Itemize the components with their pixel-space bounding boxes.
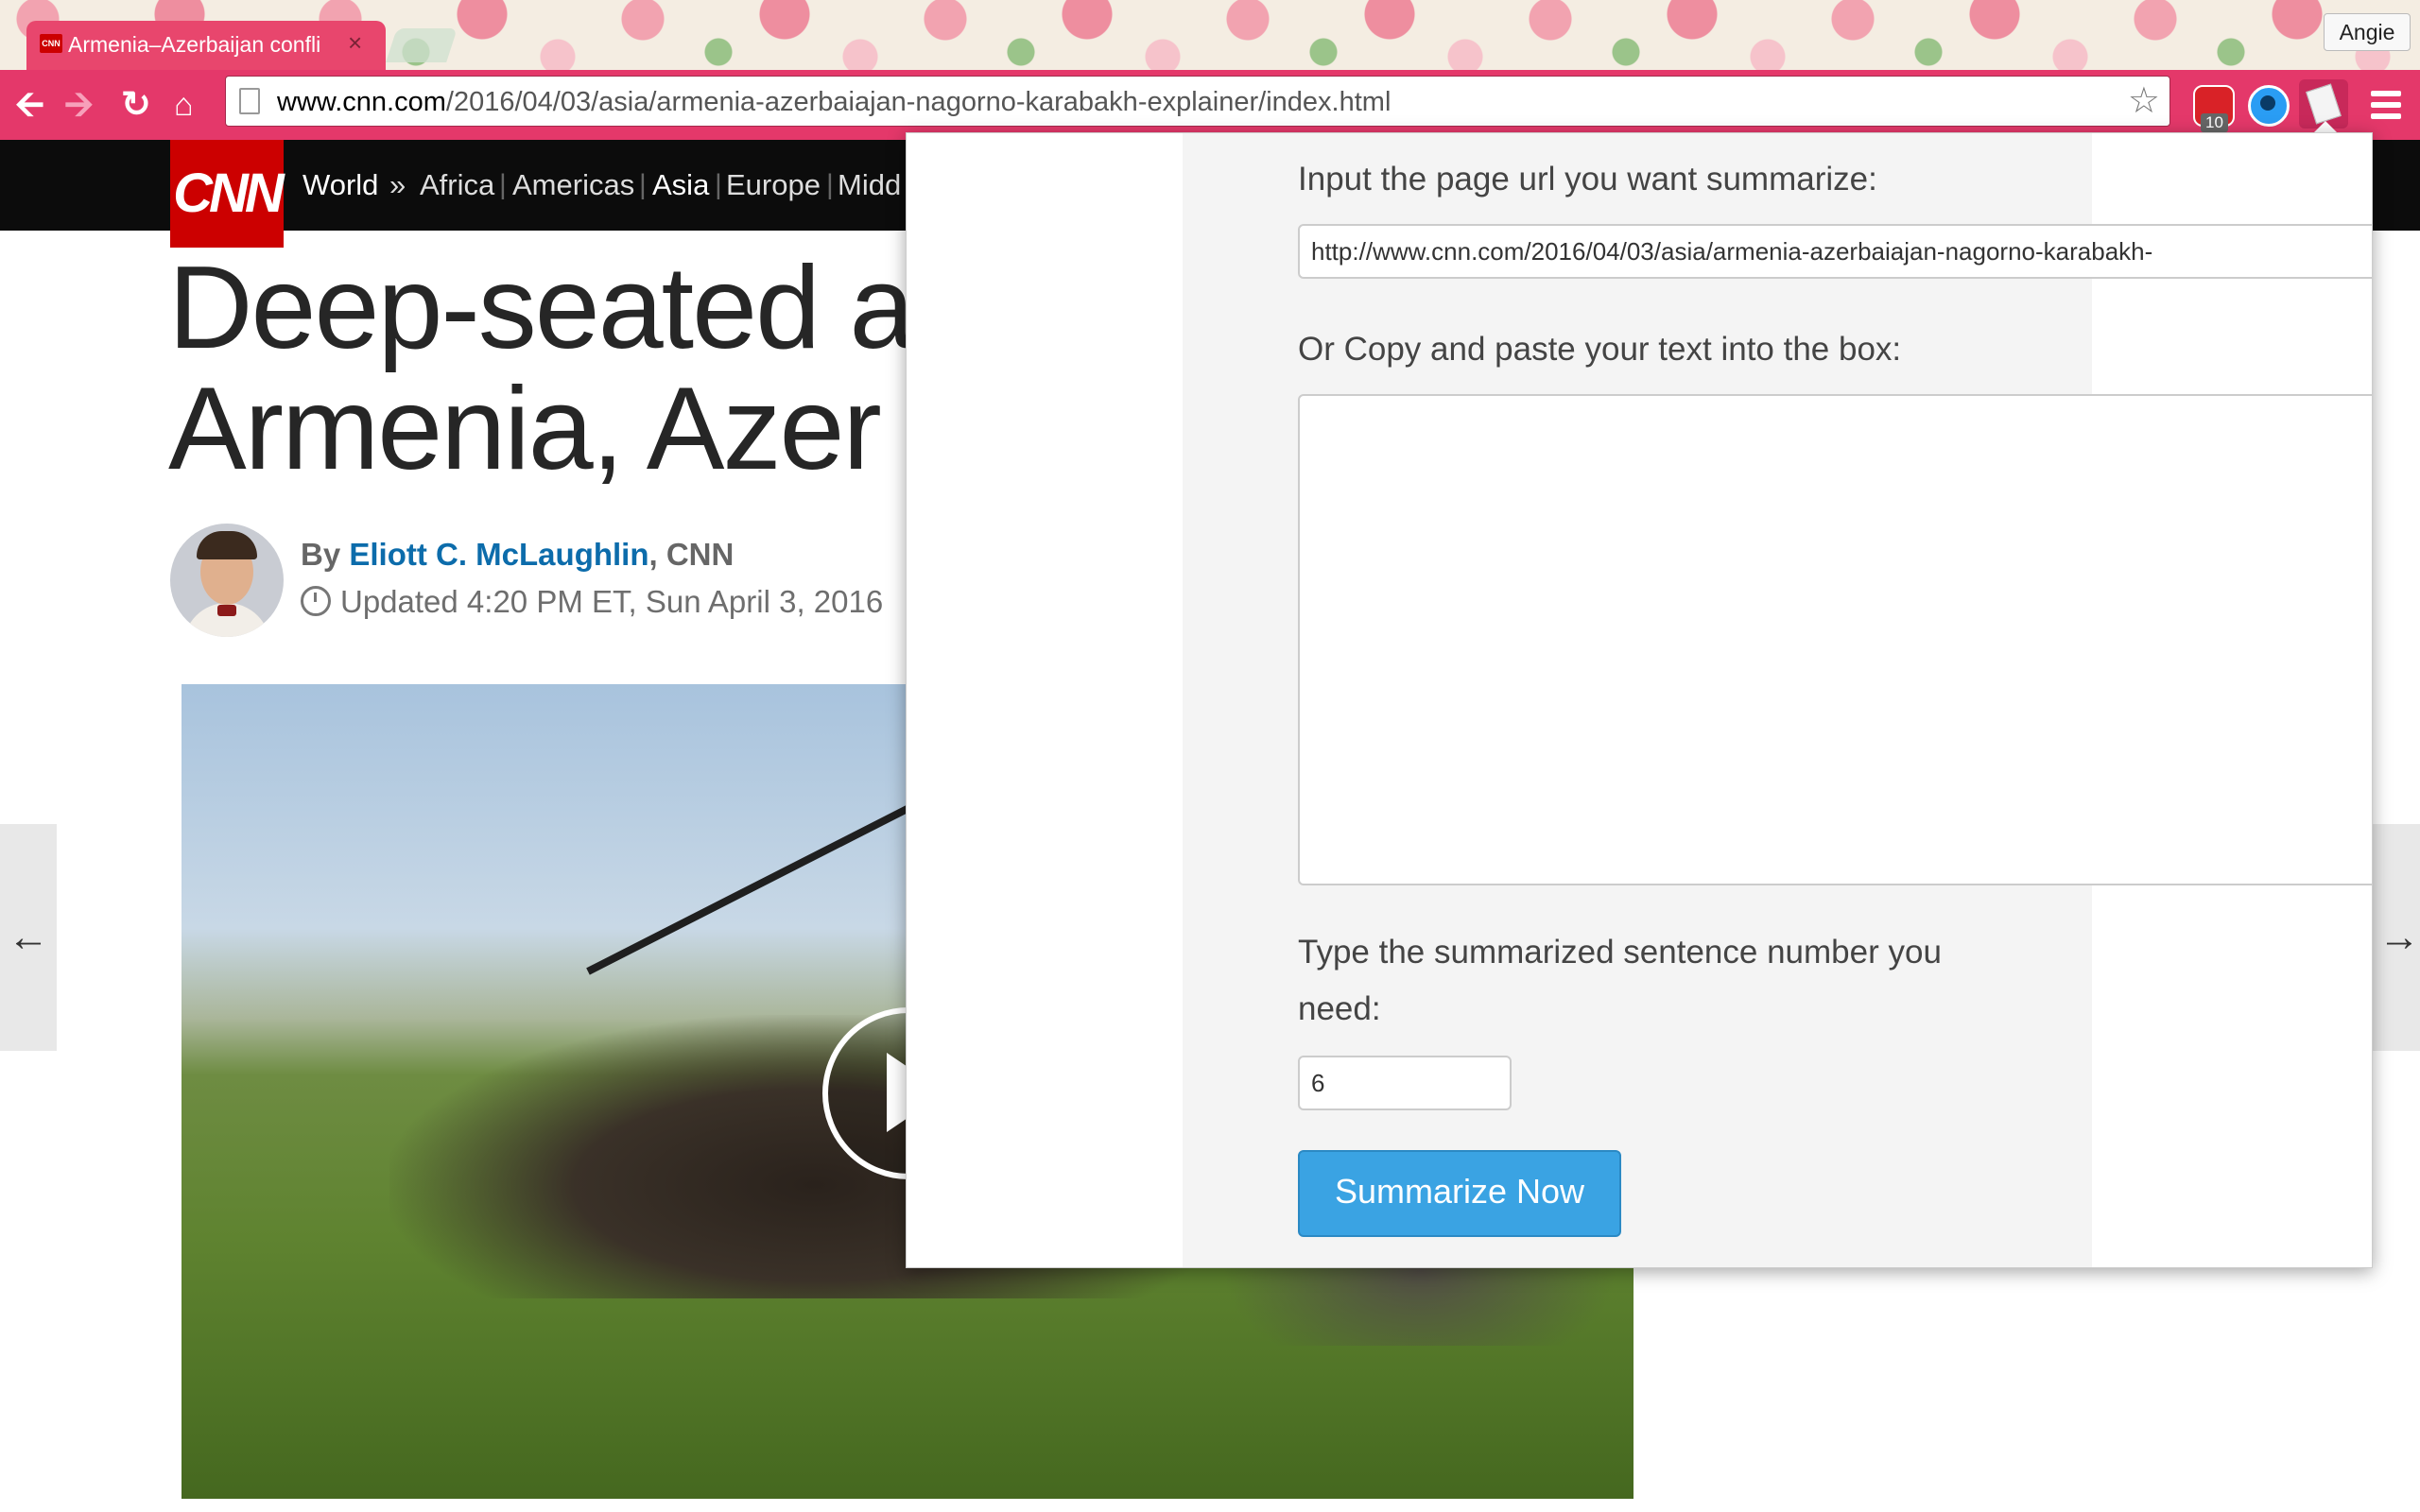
updated-timestamp: Updated 4:20 PM ET, Sun April 3, 2016 bbox=[301, 582, 883, 622]
nav-chevron-icon: » bbox=[389, 168, 406, 201]
nav-divider: | bbox=[639, 169, 647, 200]
byline: By Eliott C. McLaughlin, CNN bbox=[301, 535, 734, 575]
home-icon[interactable]: ⌂ bbox=[174, 70, 194, 140]
browser-titlebar: CNN Armenia–Azerbaijan confli × Angie bbox=[0, 0, 2420, 70]
nav-divider: | bbox=[715, 169, 722, 200]
sentence-number-input[interactable] bbox=[1298, 1056, 1512, 1110]
cnn-favicon-icon: CNN bbox=[40, 34, 62, 53]
browser-tab[interactable]: CNN Armenia–Azerbaijan confli × bbox=[26, 21, 386, 70]
reload-icon[interactable]: ↻ bbox=[121, 70, 151, 140]
nav-divider: | bbox=[499, 169, 507, 200]
previous-article-arrow-icon[interactable]: ← bbox=[0, 824, 57, 1051]
profile-button[interactable]: Angie bbox=[2324, 13, 2411, 51]
tab-title: Armenia–Azerbaijan confli bbox=[68, 32, 321, 57]
bookmark-star-icon[interactable]: ☆ bbox=[2128, 80, 2160, 122]
author-avatar[interactable] bbox=[170, 524, 284, 637]
nav-middle-east[interactable]: Midd bbox=[838, 166, 901, 204]
updated-text: Updated 4:20 PM ET, Sun April 3, 2016 bbox=[340, 584, 884, 619]
page-icon bbox=[239, 88, 260, 114]
nav-africa[interactable]: Africa bbox=[420, 166, 494, 204]
author-link[interactable]: Eliott C. McLaughlin bbox=[349, 537, 648, 572]
nav-divider: | bbox=[826, 169, 834, 200]
summarizer-popup: Input the page url you want summarize: O… bbox=[906, 132, 2373, 1268]
nav-world[interactable]: World bbox=[302, 166, 378, 204]
tab-close-icon[interactable]: × bbox=[348, 28, 362, 57]
new-tab-button[interactable] bbox=[386, 28, 458, 62]
byline-suffix: , CNN bbox=[648, 537, 735, 572]
url-input-label: Input the page url you want summarize: bbox=[1298, 161, 1877, 198]
back-arrow-icon[interactable]: 🡨 bbox=[15, 70, 44, 140]
extension-badge: 10 bbox=[2201, 113, 2228, 132]
url-path: /2016/04/03/asia/armenia-azerbaiajan-nag… bbox=[445, 87, 1392, 117]
address-bar[interactable]: www.cnn.com/2016/04/03/asia/armenia-azer… bbox=[225, 76, 2170, 127]
menu-icon[interactable] bbox=[2371, 91, 2401, 119]
url-host: www.cnn.com bbox=[277, 87, 446, 117]
sentence-number-label-cont: need: bbox=[1298, 990, 1381, 1027]
cnn-logo[interactable]: CNN bbox=[170, 140, 285, 248]
byline-prefix: By bbox=[301, 537, 341, 572]
next-article-arrow-icon[interactable]: → bbox=[2371, 824, 2420, 1051]
text-input-label: Or Copy and paste your text into the box… bbox=[1298, 331, 1902, 368]
headline-line: Armenia, Azer bbox=[168, 364, 882, 494]
summarize-now-button[interactable]: Summarize Now bbox=[1298, 1150, 1621, 1237]
nav-europe[interactable]: Europe bbox=[726, 166, 821, 204]
article-headline: Deep-seated a Armenia, Azer bbox=[168, 243, 914, 494]
clock-icon bbox=[301, 586, 331, 616]
url-text[interactable]: www.cnn.com/2016/04/03/asia/armenia-azer… bbox=[277, 86, 1391, 118]
headline-line: Deep-seated a bbox=[168, 243, 914, 373]
nav-asia[interactable]: Asia bbox=[652, 166, 709, 204]
sentence-number-label: Type the summarized sentence number you bbox=[1298, 934, 1942, 971]
text-input-area[interactable] bbox=[1298, 394, 2372, 885]
nav-americas[interactable]: Americas bbox=[512, 166, 634, 204]
forward-arrow-icon[interactable]: 🡪 bbox=[64, 70, 94, 140]
browser-toolbar: 🡨 🡪 ↻ ⌂ www.cnn.com/2016/04/03/asia/arme… bbox=[0, 70, 2420, 140]
url-input[interactable] bbox=[1298, 224, 2372, 279]
browser-extension-icon[interactable] bbox=[2248, 85, 2290, 127]
